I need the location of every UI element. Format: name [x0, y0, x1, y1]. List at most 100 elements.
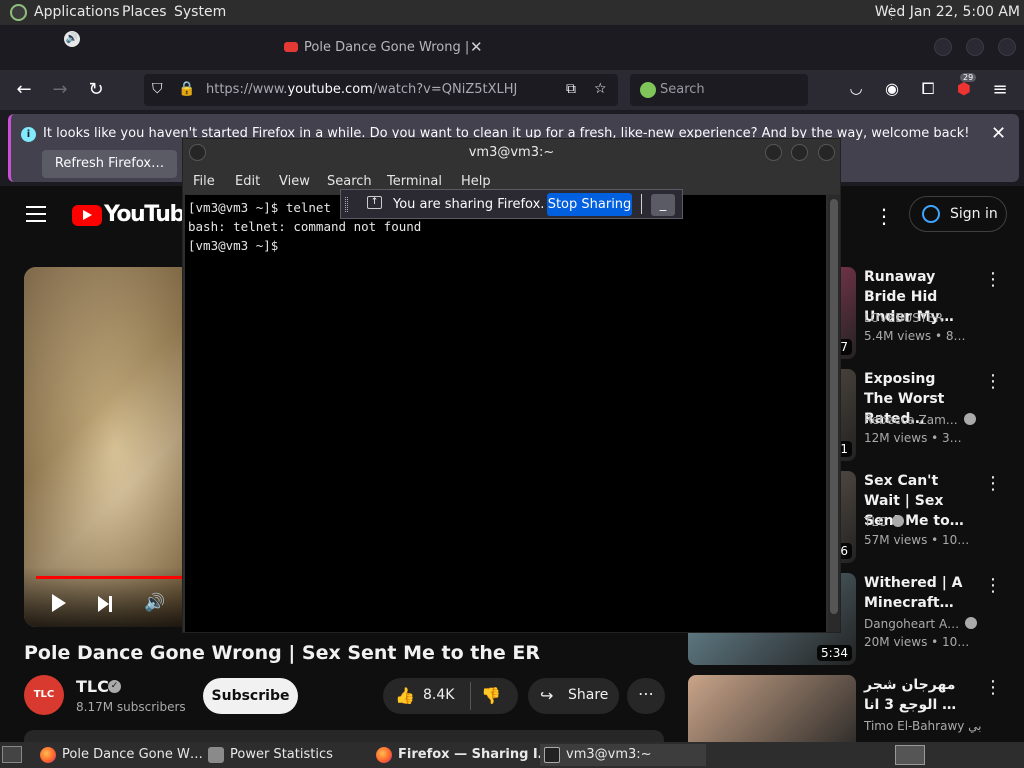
terminal-scrollbar[interactable]: [828, 195, 840, 632]
sign-in-button[interactable]: Sign in: [909, 196, 1007, 232]
notification-close-icon[interactable]: ✕: [991, 123, 1006, 144]
channel-avatar[interactable]: TLC: [24, 675, 64, 715]
share-icon: ↪: [540, 686, 554, 705]
terminal-menu-help[interactable]: Help: [461, 174, 491, 189]
stop-sharing-button[interactable]: Stop Sharing: [547, 193, 632, 216]
recommendation-channel[interactable]: Dangoheart A…: [864, 617, 978, 631]
applications-menu[interactable]: Applications: [34, 4, 120, 20]
terminal-menu-terminal[interactable]: Terminal: [387, 174, 442, 189]
recommendation-menu-icon[interactable]: ⋮: [984, 473, 1002, 494]
terminal-title: vm3@vm3:~: [468, 145, 555, 160]
like-icon[interactable]: 👍: [395, 686, 415, 705]
recommendation-views: 57M views • 10…: [864, 533, 970, 547]
tab-close-icon[interactable]: ✕: [470, 38, 483, 56]
show-desktop-icon[interactable]: [2, 746, 22, 763]
account-icon[interactable]: ◉: [881, 79, 903, 98]
url-text[interactable]: https://www.youtube.com/watch?v=QNiZ5tXL…: [206, 82, 518, 97]
volume-icon[interactable]: 🔊: [144, 593, 165, 613]
share-button[interactable]: ↪ Share: [528, 678, 619, 714]
recommendation-title[interactable]: مهرجان شجر الوجع 3 انا …: [864, 675, 968, 715]
verified-icon: [892, 515, 905, 527]
bookmark-star-icon[interactable]: ☆: [594, 81, 607, 97]
refresh-firefox-button[interactable]: Refresh Firefox…: [42, 150, 177, 178]
youtube-favicon-icon: [284, 42, 298, 52]
terminal-menu-view[interactable]: View: [279, 174, 310, 189]
tab-title: Pole Dance Gone Wrong | S: [304, 40, 468, 55]
youtube-logo-icon[interactable]: [72, 205, 102, 226]
recommendation-channel[interactable]: Timo El-Bahrawy ﺑﻲ: [864, 719, 982, 733]
sharing-indicator: ↑ You are sharing Firefox. Stop Sharing …: [340, 189, 683, 219]
recommendation-views: 5.4M views • 8…: [864, 329, 966, 343]
dislike-icon[interactable]: 👎: [481, 686, 501, 705]
recommendation-views: 20M views • 10…: [864, 635, 970, 649]
progress-bar[interactable]: [36, 576, 204, 579]
recommendation-item[interactable]: مهرجان شجر الوجع 3 انا … Timo El-Bahrawy …: [688, 675, 1008, 742]
recommendation-menu-icon[interactable]: ⋮: [984, 269, 1002, 290]
recommendation-thumbnail[interactable]: [688, 675, 856, 742]
close-window-button[interactable]: [998, 38, 1016, 56]
tab-youtube[interactable]: Pole Dance Gone Wrong | S ✕: [268, 32, 496, 64]
terminal-icon: [544, 747, 560, 763]
minimize-window-button[interactable]: [934, 38, 952, 56]
hamburger-menu-icon[interactable]: ≡: [989, 79, 1011, 100]
system-menu[interactable]: System: [174, 4, 226, 20]
recommendation-title[interactable]: Withered | A Minecraft…: [864, 573, 968, 613]
tab-audio-icon[interactable]: 🔊: [64, 31, 80, 47]
verified-icon: ✓: [108, 680, 121, 693]
terminal-close-button[interactable]: [818, 144, 835, 161]
taskbar-item-firefox-sharing[interactable]: Firefox — Sharing I…: [376, 744, 551, 766]
description-box[interactable]: [24, 730, 664, 742]
terminal-titlebar[interactable]: vm3@vm3:~: [183, 139, 840, 166]
maximize-window-button[interactable]: [966, 38, 984, 56]
video-player[interactable]: 🔊: [24, 267, 204, 627]
clock[interactable]: Wed Jan 22, 5:00 AM: [875, 4, 1020, 20]
terminal-screen[interactable]: [vm3@vm3 ~]$ telnet bash: telnet: comman…: [185, 195, 826, 632]
taskbar-item-power-statistics[interactable]: Power Statistics: [208, 744, 368, 766]
terminal-menu-search[interactable]: Search: [327, 174, 372, 189]
picture-in-picture-icon[interactable]: ⧉: [566, 81, 576, 97]
power-statistics-icon: [208, 747, 224, 763]
recommendation-channel[interactable]: TLC: [864, 515, 905, 529]
terminal-maximize-button[interactable]: [791, 144, 808, 161]
terminal-line: bash: telnet: command not found: [188, 219, 422, 234]
lock-icon[interactable]: 🔒: [178, 81, 195, 97]
pocket-icon[interactable]: ◡: [845, 79, 867, 97]
shield-icon[interactable]: ⛉: [152, 81, 163, 97]
minimize-indicator-button[interactable]: _: [651, 194, 675, 216]
recommendation-menu-icon[interactable]: ⋮: [984, 575, 1002, 596]
terminal-menu-file[interactable]: File: [193, 174, 215, 189]
terminal-minimize-button[interactable]: [765, 144, 782, 161]
top-panel: Applications Places System Wed Jan 22, 5…: [0, 0, 1024, 25]
drag-handle-icon[interactable]: [345, 197, 348, 212]
subscribe-button[interactable]: Subscribe: [203, 678, 298, 714]
verified-icon: [965, 617, 978, 629]
extensions-icon[interactable]: ⧠: [917, 79, 939, 99]
recommendation-channel[interactable]: LOVEBUSTER: [864, 311, 943, 325]
back-icon[interactable]: ←: [13, 79, 35, 100]
search-placeholder: Search: [660, 82, 705, 97]
channel-name[interactable]: TLC: [76, 677, 109, 696]
account-circle-icon: [922, 205, 940, 223]
search-bar[interactable]: Search: [630, 74, 808, 106]
places-menu[interactable]: Places: [122, 4, 167, 20]
taskbar-item-terminal[interactable]: vm3@vm3:~: [540, 744, 706, 766]
subscriber-count: 8.17M subscribers: [76, 700, 186, 714]
extension-badge: 29: [960, 73, 977, 82]
more-actions-button[interactable]: ⋯: [627, 678, 665, 714]
recommendation-menu-icon[interactable]: ⋮: [984, 677, 1002, 698]
next-icon[interactable]: [98, 596, 112, 612]
terminal-menu-edit[interactable]: Edit: [235, 174, 260, 189]
recommendation-channel[interactable]: Rebecca Zam…: [864, 413, 976, 427]
play-icon[interactable]: [52, 594, 66, 612]
recommendation-menu-icon[interactable]: ⋮: [984, 371, 1002, 392]
settings-kebab-icon[interactable]: ⋮: [874, 204, 894, 228]
like-count[interactable]: 8.4K: [423, 687, 454, 703]
guide-menu-icon[interactable]: [26, 206, 46, 222]
workspace-switcher[interactable]: [895, 745, 925, 765]
forward-icon[interactable]: →: [49, 79, 71, 100]
sharing-message: You are sharing Firefox.: [393, 197, 545, 212]
reload-icon[interactable]: ↻: [85, 79, 107, 100]
distro-logo-icon[interactable]: [10, 4, 27, 21]
url-bar[interactable]: ⛉ 🔒 https://www.youtube.com/watch?v=QNiZ…: [144, 74, 618, 106]
taskbar-item-youtube[interactable]: Pole Dance Gone W…: [40, 744, 203, 766]
